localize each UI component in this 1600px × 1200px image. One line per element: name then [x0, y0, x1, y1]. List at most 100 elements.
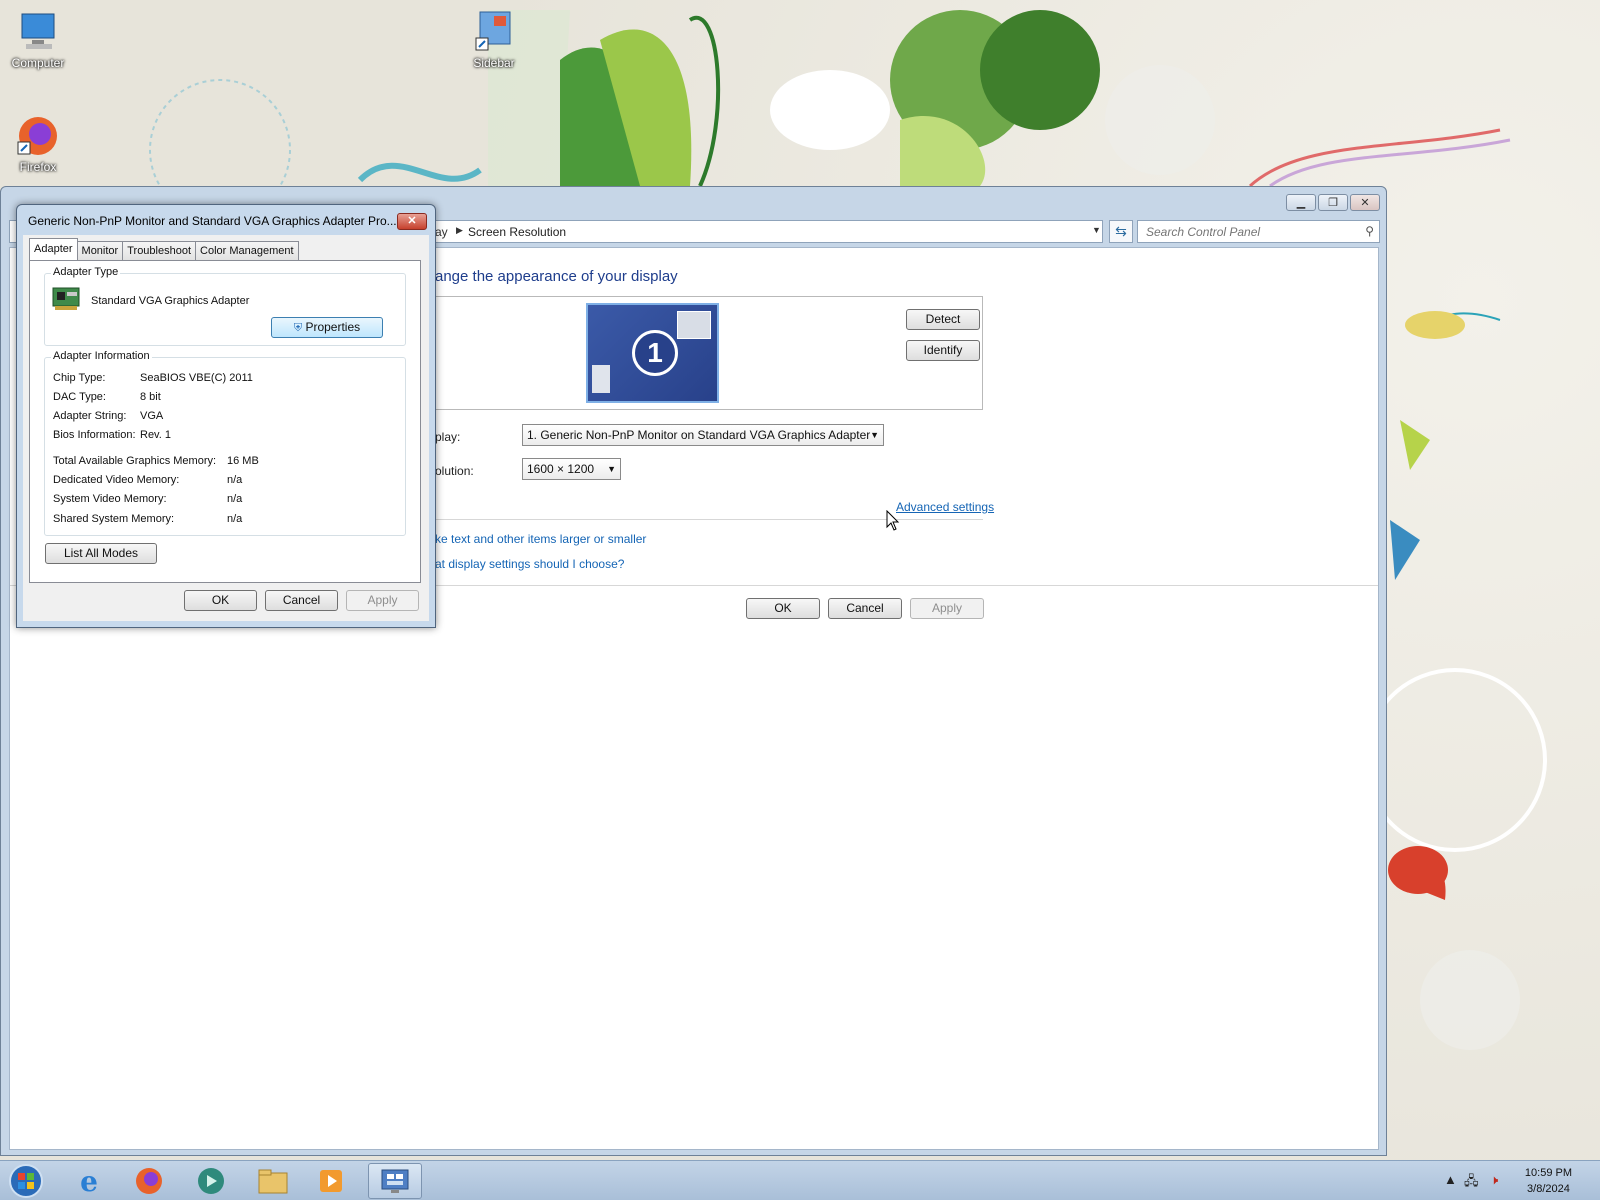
monitor-number: 1: [632, 330, 678, 376]
media-player-icon: [320, 1170, 342, 1192]
dialog-apply-button[interactable]: Apply: [346, 590, 419, 611]
dedicated-memory-key: Dedicated Video Memory:: [53, 474, 180, 486]
refresh-button[interactable]: ⇆: [1109, 220, 1133, 243]
adapter-type-title: Adapter Type: [51, 266, 121, 278]
restore-icon: ❐: [1328, 197, 1338, 209]
apply-button[interactable]: Apply: [910, 598, 984, 619]
adapter-properties-dialog: Generic Non-PnP Monitor and Standard VGA…: [16, 204, 436, 628]
media-center-icon: [198, 1168, 224, 1194]
breadcrumb-separator-icon[interactable]: ▶: [456, 225, 463, 236]
show-hidden-icons-icon[interactable]: ▲: [1444, 1172, 1457, 1187]
total-memory-value: 16 MB: [227, 455, 259, 467]
clock-date: 3/8/2024: [1527, 1183, 1570, 1195]
monitor-tile[interactable]: 1: [586, 303, 719, 403]
sidebar-icon: [472, 10, 516, 54]
desktop-icon-label: Computer: [11, 56, 65, 70]
tab-troubleshoot[interactable]: Troubleshoot: [122, 241, 197, 260]
adapter-name: Standard VGA Graphics Adapter: [91, 295, 250, 307]
display-select-value: 1. Generic Non-PnP Monitor on Standard V…: [527, 428, 871, 442]
cancel-button[interactable]: Cancel: [828, 598, 902, 619]
maximize-button[interactable]: ❐: [1318, 194, 1348, 211]
system-memory-value: n/a: [227, 493, 243, 505]
window-caption-buttons: ▁ ❐ ✕: [1286, 194, 1380, 211]
dac-type-value: 8 bit: [140, 391, 161, 403]
which-settings-link[interactable]: at display settings should I choose?: [435, 557, 624, 571]
close-button[interactable]: ✕: [1350, 194, 1380, 211]
ok-button[interactable]: OK: [746, 598, 820, 619]
adapter-type-group: Adapter Type Standard VGA Graphics Adapt…: [44, 266, 406, 346]
chevron-down-icon: ▼: [607, 464, 616, 474]
refresh-icon: ⇆: [1115, 223, 1127, 239]
uac-shield-icon: ⛨: [293, 322, 303, 334]
total-memory-key: Total Available Graphics Memory:: [53, 455, 217, 467]
network-icon[interactable]: 🖧: [1464, 1172, 1479, 1194]
chevron-down-icon: ▼: [870, 430, 879, 440]
firefox-icon: [136, 1168, 162, 1194]
taskbar-control-panel[interactable]: [368, 1163, 422, 1199]
dialog-cancel-button[interactable]: Cancel: [265, 590, 338, 611]
monitor-preview: 1 Detect Identify: [435, 296, 983, 410]
taskbar-internet-explorer[interactable]: e: [62, 1163, 116, 1199]
advanced-settings-link[interactable]: Advanced settings: [896, 500, 994, 514]
minimize-icon: ▁: [1296, 197, 1306, 209]
list-all-modes-button[interactable]: List All Modes: [45, 543, 157, 564]
firefox-icon: [16, 114, 60, 158]
chip-type-key: Chip Type:: [53, 372, 106, 384]
text-size-link[interactable]: ke text and other items larger or smalle…: [435, 532, 646, 546]
close-icon: ✕: [1360, 197, 1370, 209]
address-dropdown-icon[interactable]: ▼: [1092, 225, 1101, 235]
mouse-cursor-icon: [886, 510, 900, 531]
shared-memory-key: Shared System Memory:: [53, 513, 175, 525]
search-box: ⚲: [1137, 220, 1380, 243]
start-button[interactable]: [2, 1163, 50, 1199]
identify-button[interactable]: Identify: [906, 340, 980, 361]
tab-adapter[interactable]: Adapter: [29, 238, 78, 260]
desktop-icon-sidebar[interactable]: Sidebar: [458, 10, 530, 70]
dialog-ok-button[interactable]: OK: [184, 590, 257, 611]
breadcrumb-current[interactable]: Screen Resolution: [468, 225, 566, 239]
close-icon: ✕: [407, 215, 417, 227]
desktop-icon-firefox[interactable]: Firefox: [2, 114, 74, 174]
display-select[interactable]: 1. Generic Non-PnP Monitor on Standard V…: [522, 424, 884, 446]
computer-icon: [16, 10, 60, 54]
desktop-icon-computer[interactable]: Computer: [2, 10, 74, 70]
taskbar-explorer[interactable]: [246, 1163, 300, 1199]
system-clock[interactable]: 10:59 PM 3/8/2024: [1525, 1165, 1572, 1197]
taskbar: e ▲ 🖧 🕨 10:59 PM 3/8/2024: [0, 1160, 1600, 1200]
taskbar-firefox[interactable]: [122, 1163, 176, 1199]
taskbar-media-player[interactable]: [304, 1163, 358, 1199]
volume-muted-icon[interactable]: 🕨: [1490, 1172, 1498, 1188]
tab-color-management[interactable]: Color Management: [195, 241, 299, 260]
detect-button[interactable]: Detect: [906, 309, 980, 330]
adapter-string-key: Adapter String:: [53, 410, 127, 422]
tab-monitor[interactable]: Monitor: [76, 241, 124, 260]
resolution-select[interactable]: 1600 × 1200 ▼: [522, 458, 621, 480]
page-heading: ange the appearance of your display: [435, 268, 678, 285]
search-icon[interactable]: ⚲: [1365, 224, 1374, 238]
dialog-close-button[interactable]: ✕: [397, 213, 427, 230]
properties-button-label: Properties: [305, 320, 361, 334]
divider: [435, 519, 983, 520]
dialog-title: Generic Non-PnP Monitor and Standard VGA…: [28, 214, 397, 228]
shared-memory-value: n/a: [227, 513, 243, 525]
internet-explorer-icon: e: [80, 1164, 98, 1198]
minimize-button[interactable]: ▁: [1286, 194, 1316, 211]
system-memory-key: System Video Memory:: [53, 493, 167, 505]
adapter-properties-button[interactable]: ⛨ Properties: [271, 317, 383, 338]
dac-type-key: DAC Type:: [53, 391, 106, 403]
graphics-card-icon: [52, 287, 80, 310]
tab-strip: Adapter Monitor Troubleshoot Color Manag…: [29, 238, 299, 260]
dedicated-memory-value: n/a: [227, 474, 243, 486]
adapter-info-title: Adapter Information: [51, 350, 152, 362]
windows-start-icon: [9, 1164, 43, 1198]
adapter-info-group: Adapter Information Chip Type: SeaBIOS V…: [44, 350, 406, 536]
chip-type-value: SeaBIOS VBE(C) 2011: [140, 372, 253, 384]
desktop-icon-label: Firefox: [19, 160, 57, 174]
display-label: play:: [435, 430, 461, 444]
bios-info-value: Rev. 1: [140, 429, 171, 441]
resolution-label: olution:: [435, 464, 474, 478]
search-input[interactable]: [1144, 222, 1354, 242]
taskbar-media-center[interactable]: [184, 1163, 238, 1199]
breadcrumb-prev[interactable]: ay: [435, 225, 448, 239]
adapter-tab-panel: Adapter Type Standard VGA Graphics Adapt…: [29, 260, 421, 583]
